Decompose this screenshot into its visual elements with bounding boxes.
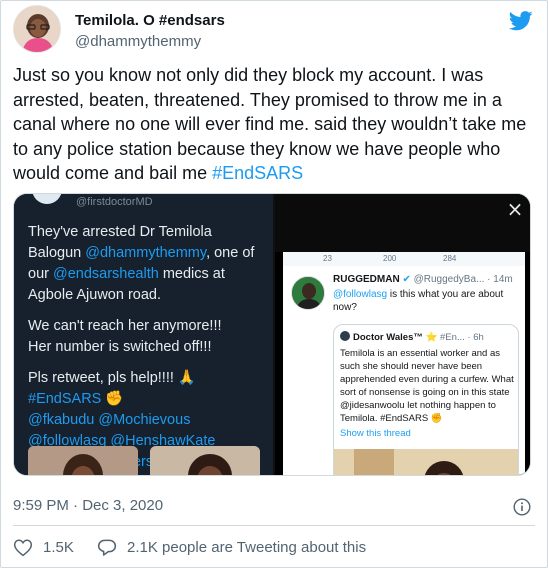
screenshot-phone: 23 200 284 RUGGEDMAN ✔ @RuggedyBa... · 1… xyxy=(283,252,525,475)
quoted-tweet: Doctor Wales™ ⭐ #En... · 6h Temilola is … xyxy=(333,324,519,475)
tweet-actions: 1.5K 2.1K people are Tweeting about this xyxy=(13,535,535,561)
media-image-left[interactable]: @firstdoctorMD They've arrested Dr Temil… xyxy=(14,194,273,475)
divider xyxy=(13,525,535,526)
avatar-icon xyxy=(340,331,350,341)
screenshot-paragraph: We can't reach her anymore!!! Her number … xyxy=(28,316,264,358)
screenshot-photos xyxy=(28,446,260,475)
author-handle[interactable]: @dhammythemmy xyxy=(75,33,201,50)
reply-count: 23 xyxy=(323,254,332,263)
tweet-timestamp[interactable]: 9:59 PM · Dec 3, 2020 xyxy=(13,497,163,514)
quoted-header: Doctor Wales™ ⭐ #En... · 6h xyxy=(340,331,484,343)
star-icon: ⭐ xyxy=(425,332,438,343)
screenshot-actions: 23 200 284 xyxy=(283,252,525,266)
like-count-small: 284 xyxy=(443,254,457,263)
author-meta: @RuggedyBa... · 14m xyxy=(413,274,513,285)
screenshot-paragraph: They've arrested Dr Temilola Balogun @dh… xyxy=(28,222,264,306)
screenshot-body: @followlasg is this what you are about n… xyxy=(333,288,521,314)
screenshot-text: They've arrested Dr Temilola Balogun @dh… xyxy=(28,222,264,473)
quoted-author: Doctor Wales™ xyxy=(353,332,423,343)
screenshot-author: RUGGEDMAN ✔ @RuggedyBa... · 14m xyxy=(333,274,513,285)
tweet-media[interactable]: @firstdoctorMD They've arrested Dr Temil… xyxy=(13,193,531,476)
retweet-count: 200 xyxy=(383,254,397,263)
text-line: Pls retweet, pls help!!!! 🙏 xyxy=(28,370,196,386)
tweet-card: Temilola. O #endsars @dhammythemmy Just … xyxy=(0,0,548,568)
avatar xyxy=(291,276,325,310)
hashtag-text: #EndSARS ✊ xyxy=(28,391,124,407)
tweeting-about-link[interactable]: 2.1K people are Tweeting about this xyxy=(127,539,366,556)
profile-logo-icon xyxy=(32,194,62,204)
hashtag-link[interactable]: #EndSARS xyxy=(212,163,303,183)
info-icon[interactable] xyxy=(513,498,531,516)
show-thread-link: Show this thread xyxy=(340,428,411,439)
screenshot-handle: @firstdoctorMD xyxy=(76,196,153,208)
mention-link: @endsarshealth xyxy=(53,266,159,282)
tweet-header: Temilola. O #endsars @dhammythemmy xyxy=(13,5,535,57)
photo-thumbnail xyxy=(28,446,138,475)
mention-link: @dhammythemmy xyxy=(85,245,207,261)
photo-thumbnail xyxy=(150,446,260,475)
text-line: We can't reach her anymore!!! xyxy=(28,318,222,334)
media-viewer-bar xyxy=(275,194,530,252)
like-count[interactable]: 1.5K xyxy=(43,539,74,556)
author-display-name[interactable]: Temilola. O #endsars xyxy=(75,12,225,29)
avatar[interactable] xyxy=(13,5,61,53)
close-button[interactable]: × xyxy=(504,198,526,220)
reply-bubble-icon[interactable] xyxy=(97,538,117,557)
quoted-body: Temilola is an essential worker and as s… xyxy=(340,348,514,424)
photo-thumbnail xyxy=(334,449,518,475)
mention-link: @followlasg xyxy=(333,289,388,300)
text-line: Her number is switched off!!! xyxy=(28,339,212,355)
quoted-meta: #En... · 6h xyxy=(439,332,484,343)
heart-icon[interactable] xyxy=(13,538,33,557)
tweet-text: Just so you know not only did they block… xyxy=(13,63,541,186)
verified-icon: ✔ xyxy=(402,274,411,285)
twitter-bird-icon[interactable] xyxy=(509,11,533,31)
author-name: RUGGEDMAN xyxy=(333,274,400,285)
media-image-right[interactable]: × 23 200 284 RUGGEDMAN ✔ @RuggedyBa... ·… xyxy=(275,194,530,475)
